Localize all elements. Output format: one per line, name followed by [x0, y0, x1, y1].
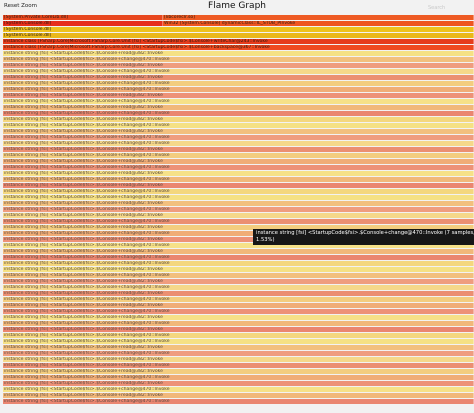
frame-read[interactable]: instance string [fsi] <StartupCode$fsi>.… — [3, 159, 474, 165]
frame-libcoreclr[interactable]: [libcoreclr.so] — [163, 15, 474, 21]
frame-read[interactable]: instance string [fsi] <StartupCode$fsi>.… — [3, 117, 474, 123]
frame-change[interactable]: instance string [fsi] <StartupCode$fsi>.… — [3, 387, 474, 393]
frame-tooltip: instance string [fsi] <StartupCode$fsi>.… — [253, 229, 474, 245]
frame-read[interactable]: instance string [fsi] <StartupCode$fsi>.… — [3, 291, 474, 297]
frame-change[interactable]: instance string [fsi] <StartupCode$fsi>.… — [3, 375, 474, 381]
frame-change[interactable]: instance string [fsi] <StartupCode$fsi>.… — [3, 153, 474, 159]
frame-read[interactable]: instance string [fsi] <StartupCode$fsi>.… — [3, 51, 474, 57]
frame-change[interactable]: instance string [fsi] <StartupCode$fsi>.… — [3, 321, 474, 327]
frame-read[interactable]: instance string [fsi] <StartupCode$fsi>.… — [3, 381, 474, 387]
frame-change[interactable]: instance string [fsi] <StartupCode$fsi>.… — [3, 351, 474, 357]
frame-read[interactable]: instance string [fsi] <StartupCode$fsi>.… — [3, 249, 474, 255]
frame-read[interactable]: instance string [fsi] <StartupCode$fsi>.… — [3, 303, 474, 309]
frame-change[interactable]: instance string [fsi] <StartupCode$fsi>.… — [3, 111, 474, 117]
frame-read[interactable]: instance string [fsi] <StartupCode$fsi>.… — [3, 327, 474, 333]
frame-change[interactable]: instance string [fsi] <StartupCode$fsi>.… — [3, 297, 474, 303]
frame-win32-pinvoke[interactable]: Win32 [System.Console] dynamicClass::IL_… — [163, 21, 474, 27]
frame-change[interactable]: instance string [fsi] <StartupCode$fsi>.… — [3, 333, 474, 339]
frame-read[interactable]: instance string [fsi] <StartupCode$fsi>.… — [3, 393, 474, 399]
frame-change[interactable]: instance string [fsi] <StartupCode$fsi>.… — [3, 207, 474, 213]
frame-change[interactable]: instance string [fsi] <StartupCode$fsi>.… — [3, 273, 474, 279]
frame-read[interactable]: instance string [fsi] <StartupCode$fsi>.… — [3, 279, 474, 285]
frame-change[interactable]: instance string [fsi] <StartupCode$fsi>.… — [3, 99, 474, 105]
frame-change[interactable]: instance string [fsi] <StartupCode$fsi>.… — [3, 339, 474, 345]
frame-read[interactable]: instance string [fsi] <StartupCode$fsi>.… — [3, 183, 474, 189]
tooltip-line: instance string [fsi] <StartupCode$fsi>.… — [256, 230, 474, 236]
frame-read[interactable]: instance string [fsi] <StartupCode$fsi>.… — [3, 171, 474, 177]
frame-change[interactable]: instance string [fsi] <StartupCode$fsi>.… — [3, 177, 474, 183]
frame-change[interactable]: instance string [fsi] <StartupCode$fsi>.… — [3, 87, 474, 93]
frame-read[interactable]: instance string [fsi] <StartupCode$fsi>.… — [3, 129, 474, 135]
frame-read[interactable]: instance string [fsi] <StartupCode$fsi>.… — [3, 315, 474, 321]
frame-read[interactable]: instance string [fsi] <StartupCode$fsi>.… — [3, 201, 474, 207]
frame-console-dll[interactable]: [System.Console.dll] — [3, 27, 474, 33]
frame-private-corelib[interactable]: [System.Private.CoreLib.dll] — [3, 15, 163, 21]
stack-row: instance string [fsi] <StartupCode$fsi>.… — [3, 399, 474, 405]
frame-change[interactable]: instance string [fsi] <StartupCode$fsi>.… — [3, 69, 474, 75]
frame-change[interactable]: instance string [fsi] <StartupCode$fsi>.… — [3, 363, 474, 369]
frame-write-char[interactable]: instance class [FSharp.Core]Microsoft.FS… — [3, 39, 474, 45]
frame-change[interactable]: instance string [fsi] <StartupCode$fsi>.… — [3, 195, 474, 201]
frame-read[interactable]: instance string [fsi] <StartupCode$fsi>.… — [3, 93, 474, 99]
frame-change[interactable]: instance string [fsi] <StartupCode$fsi>.… — [3, 399, 474, 405]
frame-change[interactable]: instance string [fsi] <StartupCode$fsi>.… — [3, 189, 474, 195]
frame-change[interactable]: instance string [fsi] <StartupCode$fsi>.… — [3, 57, 474, 63]
frame-console-dll[interactable]: [System.Console.dll] — [3, 21, 163, 27]
search-button[interactable]: Search — [428, 5, 445, 11]
frame-change[interactable]: instance string [fsi] <StartupCode$fsi>.… — [3, 135, 474, 141]
tooltip-line: 1.53%) — [256, 237, 275, 243]
frame-read[interactable]: instance string [fsi] <StartupCode$fsi>.… — [3, 357, 474, 363]
frame-read[interactable]: instance string [fsi] <StartupCode$fsi>.… — [3, 267, 474, 273]
frame-read[interactable]: instance string [fsi] <StartupCode$fsi>.… — [3, 345, 474, 351]
frame-change[interactable]: instance string [fsi] <StartupCode$fsi>.… — [3, 285, 474, 291]
frame-change[interactable]: instance string [fsi] <StartupCode$fsi>.… — [3, 261, 474, 267]
frame-change[interactable]: instance string [fsi] <StartupCode$fsi>.… — [3, 81, 474, 87]
frame-change[interactable]: instance string [fsi] <StartupCode$fsi>.… — [3, 141, 474, 147]
frame-change[interactable]: instance string [fsi] <StartupCode$fsi>.… — [3, 309, 474, 315]
page-title: Flame Graph — [208, 1, 266, 11]
frame-read[interactable]: instance string [fsi] <StartupCode$fsi>.… — [3, 75, 474, 81]
frame-console-dll[interactable]: [System.Console.dll] — [3, 33, 474, 39]
frame-change[interactable]: instance string [fsi] <StartupCode$fsi>.… — [3, 255, 474, 261]
frame-read[interactable]: instance string [fsi] <StartupCode$fsi>.… — [3, 147, 474, 153]
frame-read[interactable]: instance string [fsi] <StartupCode$fsi>.… — [3, 105, 474, 111]
frame-read[interactable]: instance string [fsi] <StartupCode$fsi>.… — [3, 369, 474, 375]
header-bar: Reset Zoom Flame Graph Search — [0, 0, 474, 15]
frame-read[interactable]: instance string [fsi] <StartupCode$fsi>.… — [3, 63, 474, 69]
frame-backspace[interactable]: instance class [FSharp.Core]Microsoft.FS… — [3, 45, 474, 51]
frame-read[interactable]: instance string [fsi] <StartupCode$fsi>.… — [3, 213, 474, 219]
frame-change[interactable]: instance string [fsi] <StartupCode$fsi>.… — [3, 219, 474, 225]
frame-change[interactable]: instance string [fsi] <StartupCode$fsi>.… — [3, 123, 474, 129]
frame-change[interactable]: instance string [fsi] <StartupCode$fsi>.… — [3, 165, 474, 171]
